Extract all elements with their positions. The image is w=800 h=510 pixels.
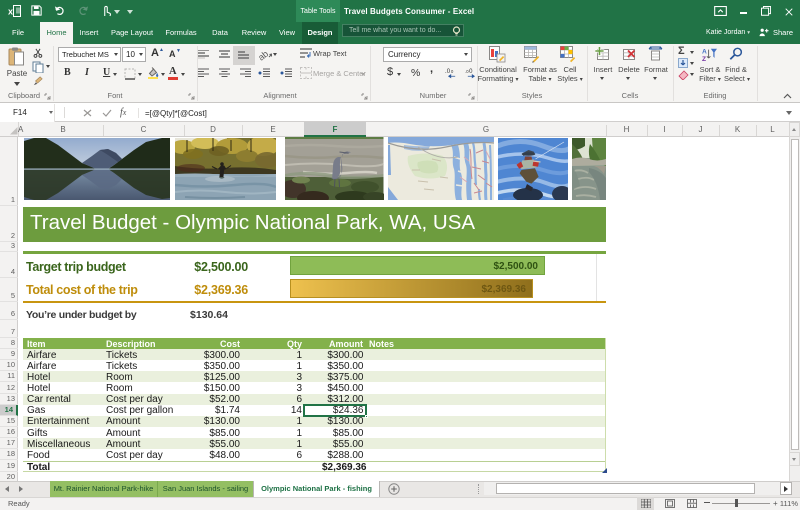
svg-text:Z: Z	[702, 56, 706, 62]
svg-text:0: 0	[451, 69, 454, 74]
svg-text:ab: ab	[259, 49, 270, 61]
svg-text:A: A	[702, 49, 707, 56]
svg-text:x: x	[8, 7, 13, 17]
svg-text:.0: .0	[445, 69, 451, 75]
